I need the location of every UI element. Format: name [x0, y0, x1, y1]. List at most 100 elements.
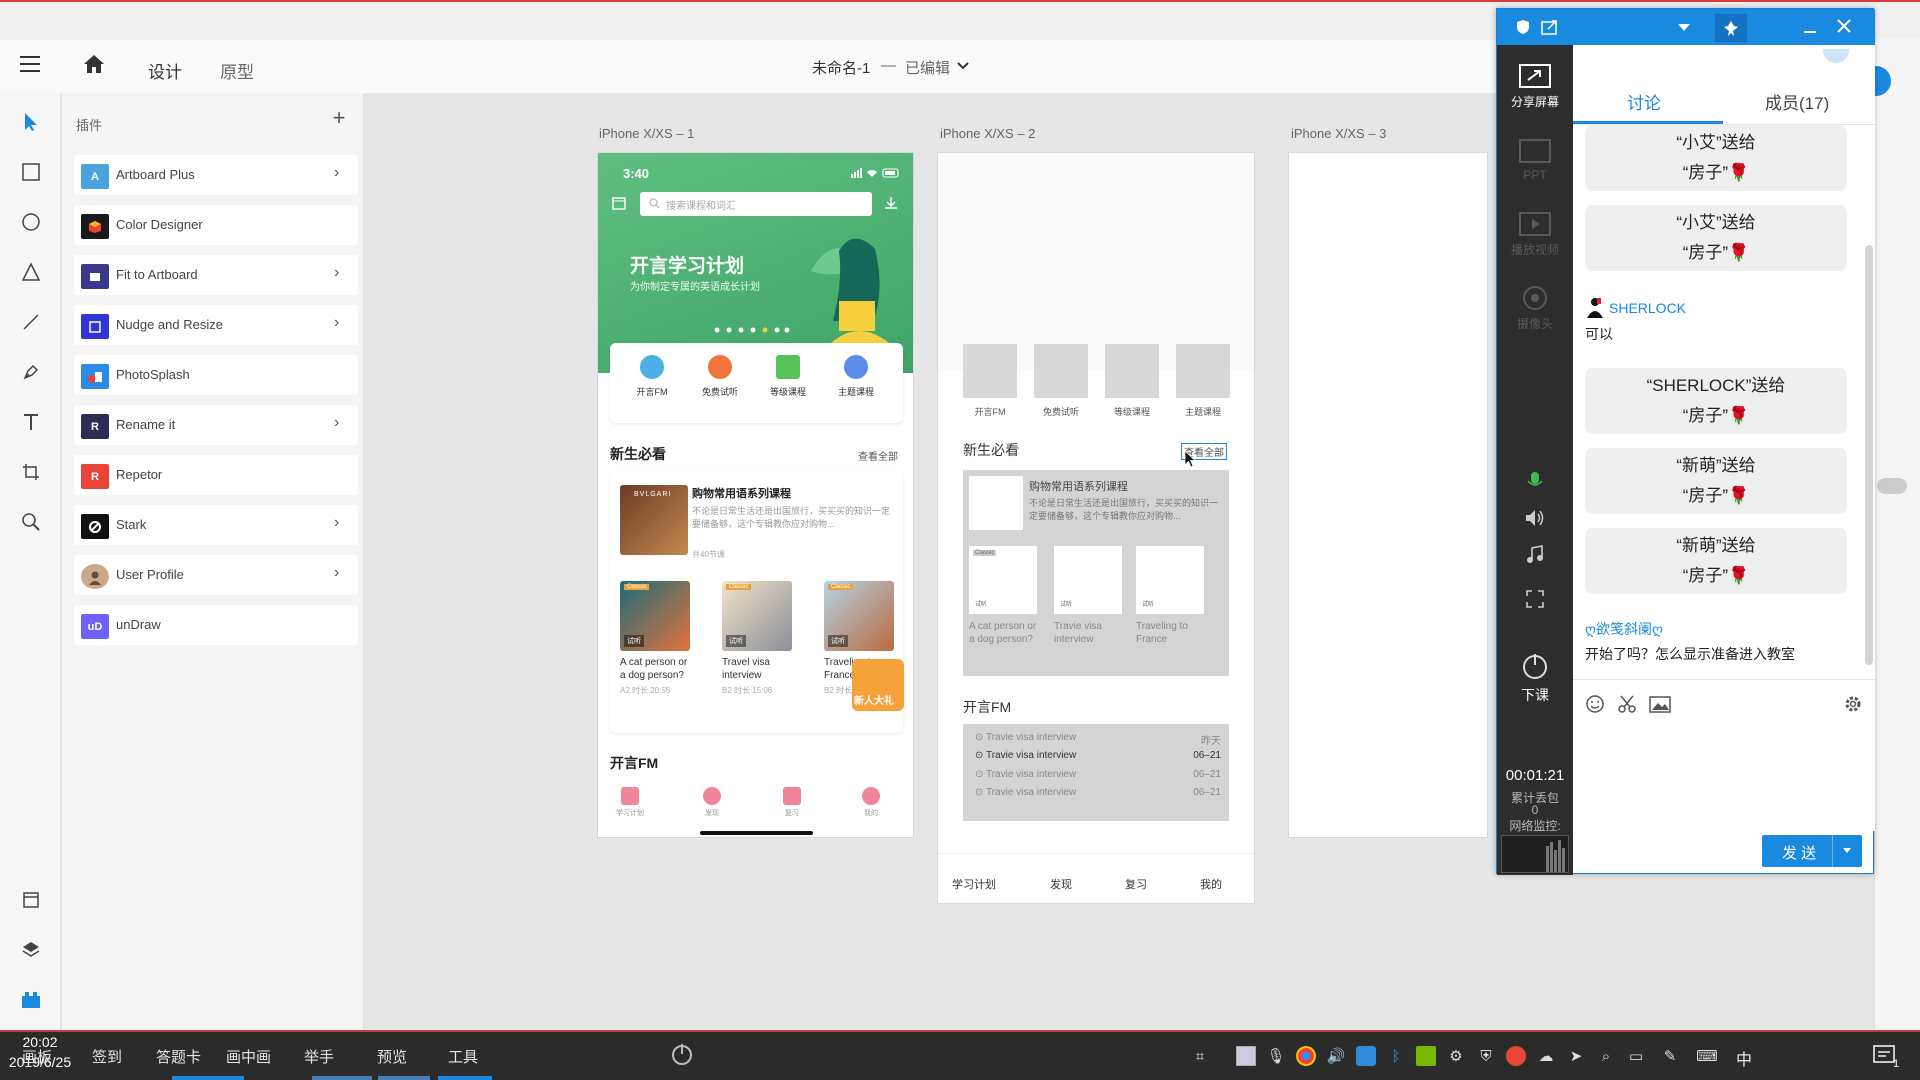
fm-row[interactable]: ⊙ Travie visa interview 昨天	[975, 732, 1221, 748]
artboard-label-2[interactable]: iPhone X/XS – 2	[940, 126, 1035, 141]
plugin-item-stark[interactable]: Stark ›	[74, 505, 358, 545]
chrome-icon[interactable]	[1296, 1046, 1316, 1066]
see-all-link[interactable]: 查看全部	[858, 448, 898, 463]
fullscreen-icon[interactable]	[1525, 589, 1545, 609]
chat-scrollbar[interactable]	[1865, 245, 1873, 665]
message-username[interactable]: SHERLOCK	[1609, 300, 1686, 316]
camera-button[interactable]: 摄像头	[1497, 285, 1573, 332]
speaker-icon[interactable]	[1524, 508, 1546, 528]
mini-course-2[interactable]: Classic 试听 Travel visa interview B2 时长 1…	[722, 581, 792, 696]
monitor-icon[interactable]: ▭	[1626, 1046, 1646, 1066]
tab-members[interactable]: 成员(17)	[1765, 89, 1829, 114]
settings-gear-icon[interactable]	[1843, 694, 1863, 714]
bluetooth-icon[interactable]: ᛒ	[1386, 1046, 1406, 1066]
category-topic-courses[interactable]: 主题课程	[826, 355, 886, 398]
ime-indicator[interactable]: 中	[1736, 1046, 1752, 1070]
send-button[interactable]: 发 送	[1762, 835, 1862, 867]
keyboard-icon[interactable]: ⌨	[1692, 1046, 1722, 1066]
add-plugin-button[interactable]: +	[328, 107, 350, 129]
plugin-item-repetor[interactable]: R Repetor	[74, 455, 358, 495]
plugin-item-artboard-plus[interactable]: A Artboard Plus ›	[74, 155, 358, 195]
tab-me[interactable]: 我的	[846, 787, 896, 818]
end-class-button[interactable]: 下课	[1497, 651, 1573, 705]
new-user-gift-badge[interactable]: 新人大礼	[852, 659, 904, 711]
taskbar-item-answer-card[interactable]: 答题卡	[156, 1046, 201, 1067]
pin-icon[interactable]	[1715, 14, 1747, 42]
home-icon[interactable]	[83, 54, 105, 74]
tab-discover[interactable]: 发现	[1050, 876, 1072, 892]
chevron-right-icon[interactable]: ›	[334, 564, 339, 582]
avatar[interactable]	[1875, 66, 1891, 96]
plugin-item-photosplash[interactable]: PhotoSplash	[74, 355, 358, 395]
nvidia-icon[interactable]	[1416, 1046, 1436, 1066]
chevron-right-icon[interactable]: ›	[334, 514, 339, 532]
taskbar-item-raise-hand[interactable]: 举手	[304, 1046, 334, 1067]
artboard-3[interactable]	[1288, 152, 1488, 838]
artboard-2[interactable]: 开言FM 免费试听 等级课程 主题课程 新生必看 查看全部 购物常用语系列课程 …	[937, 152, 1255, 904]
category-fm[interactable]: 开言FM	[622, 355, 682, 398]
chevron-right-icon[interactable]: ›	[334, 414, 339, 432]
text-tool-icon[interactable]	[17, 408, 45, 436]
tray-app-icon[interactable]	[1506, 1046, 1526, 1066]
tab-me[interactable]: 我的	[1200, 876, 1222, 892]
layers-icon[interactable]	[17, 936, 45, 964]
mini-course-1[interactable]: Classic 试听 A cat person or a dog person?…	[620, 581, 690, 696]
message-username[interactable]: ღ欲笺斜阑ღ	[1585, 619, 1663, 639]
search-icon[interactable]: ⌕	[1596, 1046, 1616, 1066]
tab-prototype[interactable]: 原型	[220, 58, 254, 83]
chevron-right-icon[interactable]: ›	[334, 314, 339, 332]
cloud-icon[interactable]: ☁	[1536, 1046, 1556, 1066]
tab-study-plan[interactable]: 学习计划	[952, 876, 996, 892]
image-icon[interactable]	[1649, 694, 1671, 714]
course-card-wireframe[interactable]: 购物常用语系列课程 不论是日常生活还是出国旅行，买买买的知识一定要储备够，这个专…	[963, 470, 1229, 676]
tray-app-icon[interactable]	[1236, 1046, 1256, 1066]
tab-review[interactable]: 复习	[767, 787, 817, 818]
plugin-item-fit-to-artboard[interactable]: Fit to Artboard ›	[74, 255, 358, 295]
category-free-trial[interactable]: 免费试听	[690, 355, 750, 398]
polygon-tool-icon[interactable]	[17, 258, 45, 286]
assets-icon[interactable]	[17, 886, 45, 914]
ppt-button[interactable]: PPT	[1497, 138, 1573, 182]
chat-message-list[interactable]: “小艾”送给 “房子”🌹 “小艾”送给 “房子”🌹 SHERLOCK 可以 “SHE…	[1573, 125, 1875, 685]
course-search-input[interactable]: 搜索课程和词汇	[640, 192, 872, 216]
close-icon[interactable]	[1837, 19, 1851, 33]
volume-icon[interactable]: 🔊	[1326, 1046, 1346, 1066]
plugin-item-rename-it[interactable]: R Rename it ›	[74, 405, 358, 445]
course-card[interactable]: BVLGARI 购物常用语系列课程 不论是日常生活还是出国旅行，买买买的知识一定…	[610, 471, 904, 733]
chevron-right-icon[interactable]: ›	[334, 164, 339, 182]
tab-review[interactable]: 复习	[1125, 876, 1147, 892]
download-icon[interactable]	[884, 196, 898, 210]
fm-row[interactable]: ⊙ Travie visa interview 06–21	[975, 787, 1221, 803]
chevron-right-icon[interactable]: ›	[334, 264, 339, 282]
artboard-label-1[interactable]: iPhone X/XS – 1	[599, 126, 694, 141]
tab-discussion[interactable]: 讨论	[1627, 89, 1661, 114]
taskbar-item-preview[interactable]: 预览	[377, 1046, 407, 1067]
plugins-icon[interactable]	[17, 986, 45, 1014]
plugin-item-user-profile[interactable]: User Profile ›	[74, 555, 358, 595]
zoom-tool-icon[interactable]	[17, 508, 45, 536]
scissors-icon[interactable]	[1617, 694, 1637, 714]
line-tool-icon[interactable]	[17, 308, 45, 336]
send-tray-icon[interactable]: ➤	[1566, 1046, 1586, 1066]
tray-tool-icon[interactable]: ⚙	[1446, 1046, 1466, 1066]
ellipse-tool-icon[interactable]	[17, 208, 45, 236]
fm-row[interactable]: ⊙ Travie visa interview 06–21	[975, 750, 1221, 766]
tab-discover[interactable]: 发现	[687, 787, 737, 818]
grid-app-icon[interactable]: ⌗	[1190, 1046, 1210, 1066]
send-options-chevron-icon[interactable]	[1842, 847, 1852, 855]
artboard-tool-icon[interactable]	[17, 458, 45, 486]
pen-tool-icon[interactable]	[17, 358, 45, 386]
pen-icon[interactable]: ✎	[1660, 1046, 1680, 1066]
dropdown-triangle-icon[interactable]	[1677, 23, 1691, 32]
chevron-down-icon[interactable]	[957, 61, 969, 71]
share-screen-button[interactable]: 分享屏幕	[1497, 63, 1573, 110]
taskbar-item-tools[interactable]: 工具	[448, 1046, 478, 1067]
play-video-button[interactable]: 播放视频	[1497, 211, 1573, 258]
plugin-item-undraw[interactable]: uD unDraw	[74, 605, 358, 645]
toggle-switch[interactable]	[1877, 478, 1907, 494]
taskbar-item-whiteboard[interactable]: 画板	[22, 1046, 52, 1067]
calendar-icon[interactable]	[612, 196, 626, 210]
category-level-courses[interactable]: 等级课程	[758, 355, 818, 398]
microphone-icon[interactable]: 🎙	[1266, 1046, 1286, 1066]
taskbar-item-check-in[interactable]: 签到	[92, 1046, 122, 1067]
